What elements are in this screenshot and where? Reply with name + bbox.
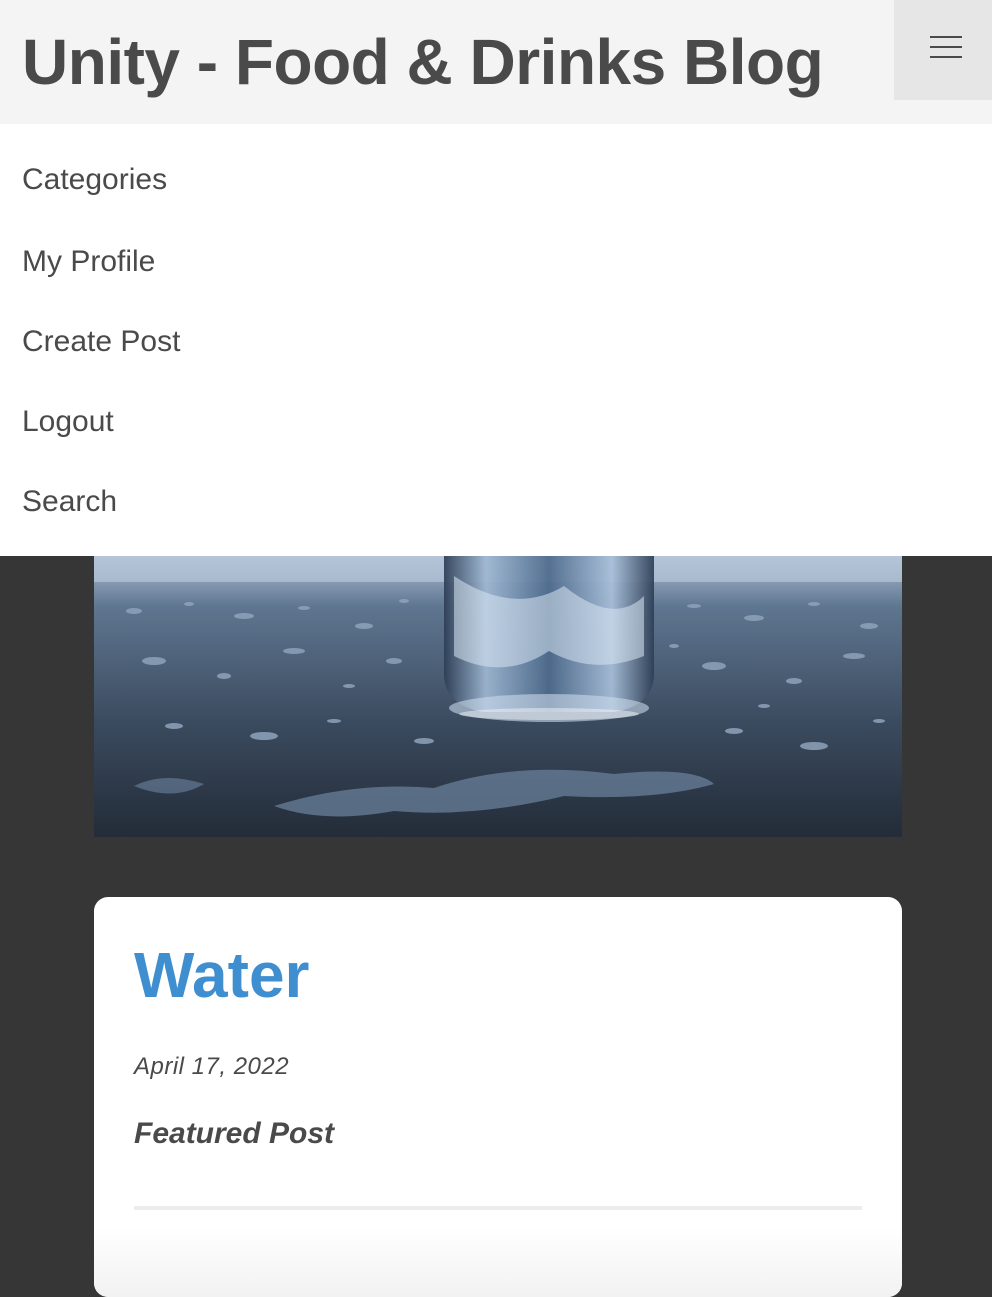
- water-glass-image: [94, 556, 902, 837]
- nav-item-my-profile[interactable]: My Profile: [0, 222, 992, 302]
- post-title-link[interactable]: Water: [134, 937, 309, 1013]
- site-title[interactable]: Unity - Food & Drinks Blog: [22, 22, 824, 102]
- nav-item-search[interactable]: Search: [0, 462, 992, 542]
- site-header: Unity - Food & Drinks Blog: [0, 0, 992, 124]
- post-hero-image[interactable]: [94, 556, 902, 837]
- nav-item-categories[interactable]: Categories: [0, 140, 992, 222]
- post-date: April 17, 2022: [134, 1053, 290, 1080]
- post-divider: [134, 1206, 862, 1210]
- post-card: Water April 17, 2022 Featured Post: [94, 897, 902, 1297]
- post-card-footer: [94, 1227, 902, 1297]
- menu-toggle-button[interactable]: [894, 0, 992, 100]
- nav-menu: Categories My Profile Create Post Logout…: [0, 124, 992, 556]
- nav-item-create-post[interactable]: Create Post: [0, 302, 992, 382]
- nav-item-logout[interactable]: Logout: [0, 382, 992, 462]
- featured-post-label: Featured Post: [134, 1117, 335, 1150]
